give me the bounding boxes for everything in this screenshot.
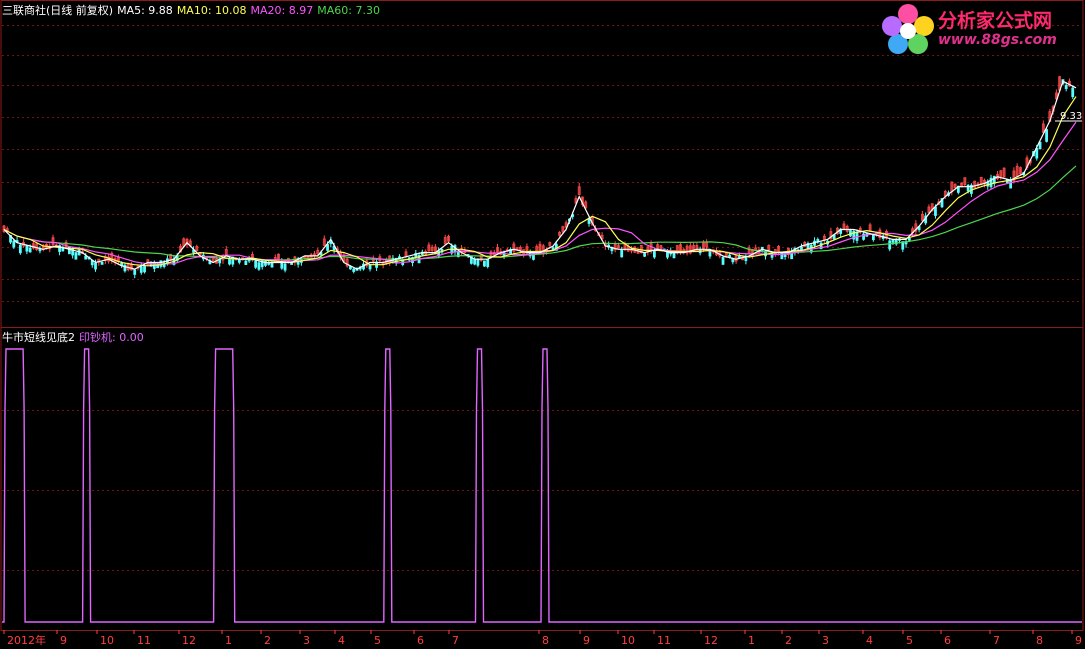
- candle-body: [257, 262, 261, 270]
- candle-body: [1009, 180, 1013, 189]
- x-axis-label: 11: [137, 634, 151, 647]
- candle-body: [721, 256, 725, 265]
- price-label: 9.33: [1060, 111, 1082, 122]
- candle-body: [139, 266, 143, 273]
- ma60-value: MA60: 7.30: [317, 4, 380, 17]
- x-axis-label: 10: [100, 634, 114, 647]
- candle-body: [1045, 129, 1048, 142]
- x-axis-label: 12: [704, 634, 718, 647]
- candle-body: [888, 240, 892, 250]
- candle-body: [100, 261, 104, 265]
- x-axis-label: 3: [822, 634, 829, 647]
- candle-body: [12, 240, 16, 248]
- x-axis-label: 2: [264, 634, 271, 647]
- candle-body: [672, 252, 676, 259]
- candle-body: [133, 269, 137, 275]
- candle-body: [731, 258, 735, 263]
- x-axis-label: 7: [993, 634, 1000, 647]
- x-axis-label: 5: [906, 634, 913, 647]
- candle-body: [74, 252, 78, 260]
- x-axis-label: 9: [583, 634, 590, 647]
- x-axis-label: 1: [748, 634, 755, 647]
- x-axis-label: 8: [542, 634, 549, 647]
- candle-body: [744, 257, 748, 261]
- candle-body: [708, 250, 712, 257]
- candle-body: [907, 237, 911, 241]
- candle-body: [1064, 84, 1068, 89]
- price-panel-header: 三联商社(日线 前复权) MA5: 9.88 MA10: 10.08 MA20: 8.…: [2, 4, 384, 18]
- candle-body: [28, 247, 32, 253]
- candle-body: [652, 251, 656, 258]
- candle-body: [244, 260, 248, 265]
- candle-body: [352, 268, 356, 272]
- indicator-name: 牛市短线见底2: [2, 331, 75, 344]
- candle-body: [326, 244, 329, 251]
- x-axis-label: 5: [374, 634, 381, 647]
- chart-canvas[interactable]: 9.33 2012年 9 10 11 12 1 2 3 4 5 6 7 8 9 10 11 12 1 2 3 4 5 6 7 8 9…: [0, 0, 1085, 649]
- candle-body: [587, 218, 591, 224]
- candle-body: [643, 253, 646, 257]
- x-axis-label: 7: [452, 634, 459, 647]
- candle-body: [18, 244, 22, 254]
- candle-body: [84, 255, 88, 260]
- x-axis-label: 11: [657, 634, 671, 647]
- x-axis-label: 1: [225, 634, 232, 647]
- x-axis-label: 4: [338, 634, 345, 647]
- watermark-title: 分析家公式网: [938, 10, 1053, 32]
- candle-body: [476, 258, 480, 266]
- chart-svg[interactable]: 9.332012年 9 10 11 12 1 2 3 4 5 6 7 8 9 10 11 12 1 2 3 4 5 6 7 8 9: [0, 0, 1085, 649]
- ma10-value: MA10: 10.08: [176, 4, 247, 17]
- ma5-value: MA5: 9.88: [117, 4, 173, 17]
- x-axis-label: 9: [1075, 634, 1082, 647]
- stock-title: 三联商社(日线 前复权): [2, 4, 114, 17]
- candle-body: [143, 265, 146, 273]
- candle-body: [270, 262, 274, 268]
- x-axis-label: 9: [60, 634, 67, 647]
- x-axis-label: 2: [785, 634, 792, 647]
- candle-body: [228, 258, 231, 265]
- x-axis-label: 4: [866, 634, 873, 647]
- candle-body: [254, 260, 258, 268]
- candle-body: [934, 206, 937, 216]
- watermark-url: www.88gs.com: [938, 32, 1057, 48]
- signal-line: [2, 348, 1082, 623]
- x-axis-label: 8: [1036, 634, 1043, 647]
- candle-body: [483, 260, 486, 267]
- candle-body: [728, 254, 731, 258]
- candle-body: [620, 250, 624, 258]
- flower-logo-icon: [882, 4, 934, 54]
- candle-body: [94, 262, 97, 270]
- x-axis-label: 2012年: [7, 633, 46, 647]
- site-watermark: 分析家公式网 www.88gs.com: [880, 2, 1080, 54]
- indicator-value: 印钞机: 0.00: [79, 331, 144, 344]
- x-axis-label: 6: [944, 634, 951, 647]
- x-axis-label: 6: [417, 634, 424, 647]
- candle-body: [486, 259, 490, 267]
- candle-body: [25, 245, 29, 252]
- ma20-value: MA20: 8.97: [250, 4, 314, 17]
- x-axis-label: 3: [303, 634, 310, 647]
- x-axis-label: 12: [182, 634, 196, 647]
- candle-body: [283, 263, 287, 271]
- candle-body: [783, 254, 787, 258]
- indicator-panel-header: 牛市短线见底2 印钞机: 0.00: [2, 331, 148, 345]
- x-axis-label: 10: [621, 634, 635, 647]
- candle-body: [1071, 87, 1075, 98]
- candle-body: [992, 175, 996, 184]
